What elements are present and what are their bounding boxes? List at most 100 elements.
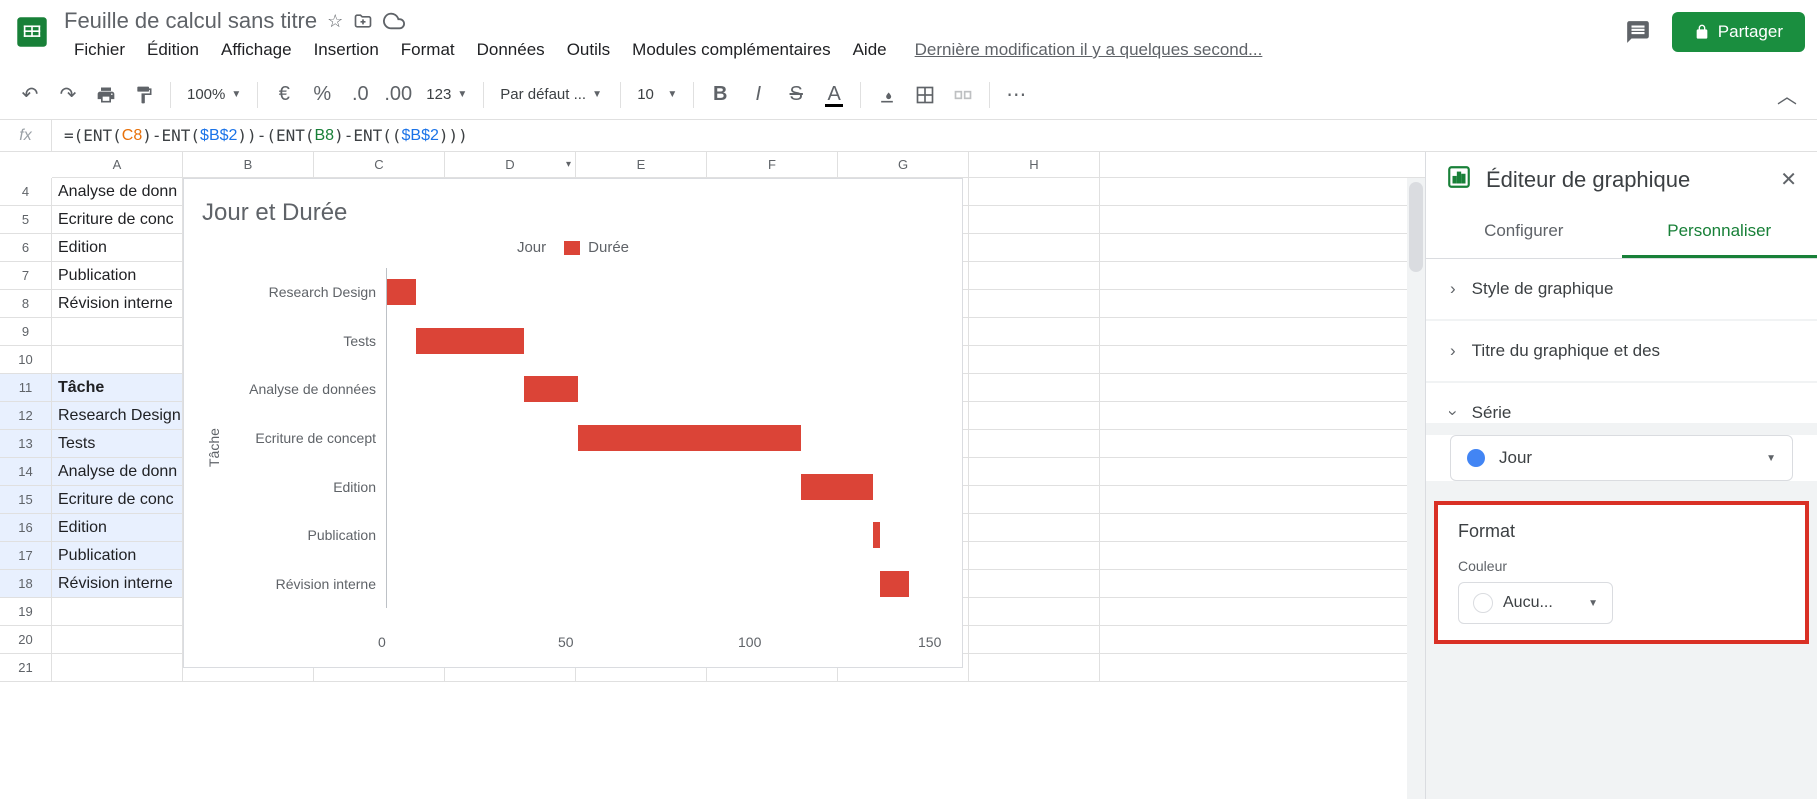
cell[interactable] [969, 346, 1100, 373]
cell[interactable]: Publication [52, 262, 183, 289]
cell[interactable]: Ecriture de conc [52, 486, 183, 513]
row-header[interactable]: 11 [0, 374, 52, 401]
cell[interactable] [52, 598, 183, 625]
cell[interactable]: Révision interne [52, 570, 183, 597]
menu-format[interactable]: Format [391, 36, 465, 64]
col-header-f[interactable]: F [707, 152, 838, 177]
cell[interactable] [969, 290, 1100, 317]
increase-decimal-icon[interactable]: .00 [380, 77, 416, 113]
row-header[interactable]: 15 [0, 486, 52, 513]
more-icon[interactable]: ⋯ [998, 77, 1034, 113]
col-header-d[interactable]: D▾ [445, 152, 576, 177]
menu-edition[interactable]: Édition [137, 36, 209, 64]
cell[interactable]: Edition [52, 514, 183, 541]
cell[interactable] [969, 458, 1100, 485]
fx-icon[interactable]: fx [0, 120, 52, 151]
cell[interactable]: Research Design [52, 402, 183, 429]
cell[interactable] [969, 654, 1100, 681]
strikethrough-icon[interactable]: S [778, 77, 814, 113]
row-header[interactable]: 19 [0, 598, 52, 625]
cell[interactable] [969, 430, 1100, 457]
row-header[interactable]: 4 [0, 178, 52, 205]
share-button[interactable]: Partager [1672, 12, 1805, 52]
section-chart-style[interactable]: ›Style de graphique [1426, 259, 1817, 319]
color-dropdown[interactable]: Aucu... ▼ [1458, 582, 1613, 624]
row-header[interactable]: 10 [0, 346, 52, 373]
cell[interactable] [52, 654, 183, 681]
cell[interactable]: Révision interne [52, 290, 183, 317]
bold-icon[interactable]: B [702, 77, 738, 113]
menu-modules[interactable]: Modules complémentaires [622, 36, 840, 64]
formula-input[interactable]: =(ENT(C8)-ENT($B$2))-(ENT(B8)-ENT(($B$2)… [52, 126, 1817, 145]
cell[interactable] [969, 318, 1100, 345]
tab-configurer[interactable]: Configurer [1426, 207, 1622, 258]
number-format-dropdown[interactable]: 123▼ [418, 82, 475, 107]
cell[interactable] [969, 234, 1100, 261]
print-icon[interactable] [88, 77, 124, 113]
text-color-icon[interactable]: A [816, 77, 852, 113]
cell[interactable] [969, 402, 1100, 429]
col-header-g[interactable]: G [838, 152, 969, 177]
menu-insertion[interactable]: Insertion [304, 36, 389, 64]
undo-icon[interactable]: ↶ [12, 77, 48, 113]
cell[interactable] [969, 486, 1100, 513]
cell[interactable] [969, 178, 1100, 205]
filter-icon[interactable]: ▾ [566, 159, 571, 170]
vertical-scrollbar[interactable] [1407, 178, 1425, 799]
menu-donnees[interactable]: Données [467, 36, 555, 64]
collapse-toolbar-icon[interactable]: ︿ [1769, 77, 1805, 113]
chart-object[interactable]: Jour et Durée Jour Durée Tâche Research … [183, 178, 963, 668]
cell[interactable] [969, 570, 1100, 597]
cloud-icon[interactable] [383, 10, 405, 32]
cell[interactable] [969, 626, 1100, 653]
menu-outils[interactable]: Outils [557, 36, 620, 64]
decrease-decimal-icon[interactable]: .0 [342, 77, 378, 113]
row-header[interactable]: 12 [0, 402, 52, 429]
col-header-h[interactable]: H [969, 152, 1100, 177]
row-header[interactable]: 20 [0, 626, 52, 653]
sheets-logo[interactable] [12, 6, 52, 58]
cell[interactable] [969, 542, 1100, 569]
col-header-a[interactable]: A [52, 152, 183, 177]
section-chart-titles[interactable]: ›Titre du graphique et des [1426, 321, 1817, 381]
redo-icon[interactable]: ↷ [50, 77, 86, 113]
row-header[interactable]: 17 [0, 542, 52, 569]
borders-icon[interactable] [907, 77, 943, 113]
cell[interactable] [969, 598, 1100, 625]
star-icon[interactable]: ☆ [327, 11, 343, 32]
cell[interactable] [52, 626, 183, 653]
merge-cells-icon[interactable] [945, 77, 981, 113]
zoom-dropdown[interactable]: 100%▼ [179, 82, 249, 107]
cell[interactable]: Ecriture de conc [52, 206, 183, 233]
last-modified[interactable]: Dernière modification il y a quelques se… [915, 40, 1263, 60]
percent-icon[interactable]: % [304, 77, 340, 113]
menu-affichage[interactable]: Affichage [211, 36, 302, 64]
col-header-c[interactable]: C [314, 152, 445, 177]
row-header[interactable]: 8 [0, 290, 52, 317]
cell[interactable]: Tâche [52, 374, 183, 401]
cell[interactable]: Tests [52, 430, 183, 457]
cell[interactable] [969, 206, 1100, 233]
font-dropdown[interactable]: Par défaut ...▼ [492, 82, 612, 107]
menu-fichier[interactable]: Fichier [64, 36, 135, 64]
fill-color-icon[interactable] [869, 77, 905, 113]
tab-personnaliser[interactable]: Personnaliser [1622, 207, 1817, 258]
row-header[interactable]: 5 [0, 206, 52, 233]
cell[interactable]: Analyse de donn [52, 458, 183, 485]
section-series[interactable]: ›Série [1426, 383, 1817, 423]
cell[interactable] [52, 318, 183, 345]
doc-title[interactable]: Feuille de calcul sans titre [64, 8, 317, 34]
row-header[interactable]: 6 [0, 234, 52, 261]
cell[interactable] [969, 514, 1100, 541]
move-icon[interactable] [353, 11, 373, 31]
series-select-dropdown[interactable]: Jour ▼ [1450, 435, 1793, 481]
row-header[interactable]: 9 [0, 318, 52, 345]
row-header[interactable]: 14 [0, 458, 52, 485]
row-header[interactable]: 16 [0, 514, 52, 541]
font-size-dropdown[interactable]: 10▼ [629, 82, 685, 107]
close-icon[interactable]: ✕ [1780, 167, 1797, 192]
col-header-e[interactable]: E [576, 152, 707, 177]
row-header[interactable]: 13 [0, 430, 52, 457]
cell[interactable]: Analyse de donn [52, 178, 183, 205]
cell[interactable] [969, 262, 1100, 289]
